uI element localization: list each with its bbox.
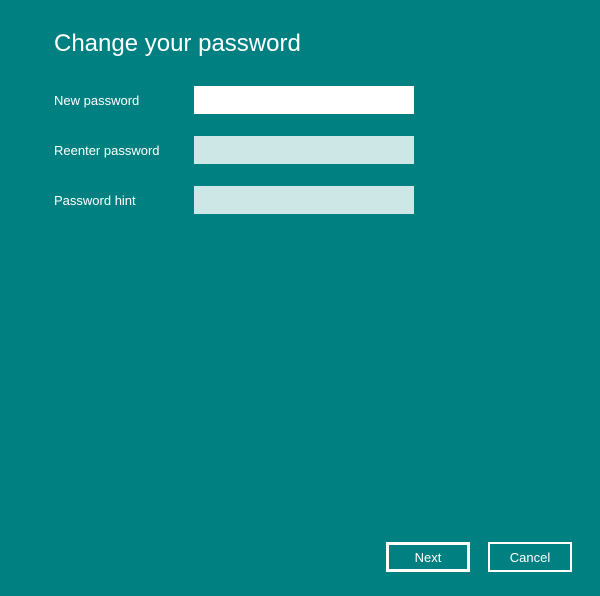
new-password-input[interactable] <box>194 86 414 114</box>
change-password-form: Change your password New password Reente… <box>0 0 600 214</box>
reenter-password-label: Reenter password <box>54 143 194 158</box>
next-button[interactable]: Next <box>386 542 470 572</box>
password-hint-label: Password hint <box>54 193 194 208</box>
password-hint-row: Password hint <box>54 186 600 214</box>
new-password-row: New password <box>54 86 600 114</box>
button-bar: Next Cancel <box>386 542 572 572</box>
reenter-password-row: Reenter password <box>54 136 600 164</box>
page-title: Change your password <box>54 30 600 58</box>
reenter-password-input[interactable] <box>194 136 414 164</box>
new-password-label: New password <box>54 93 194 108</box>
cancel-button[interactable]: Cancel <box>488 542 572 572</box>
password-hint-input[interactable] <box>194 186 414 214</box>
